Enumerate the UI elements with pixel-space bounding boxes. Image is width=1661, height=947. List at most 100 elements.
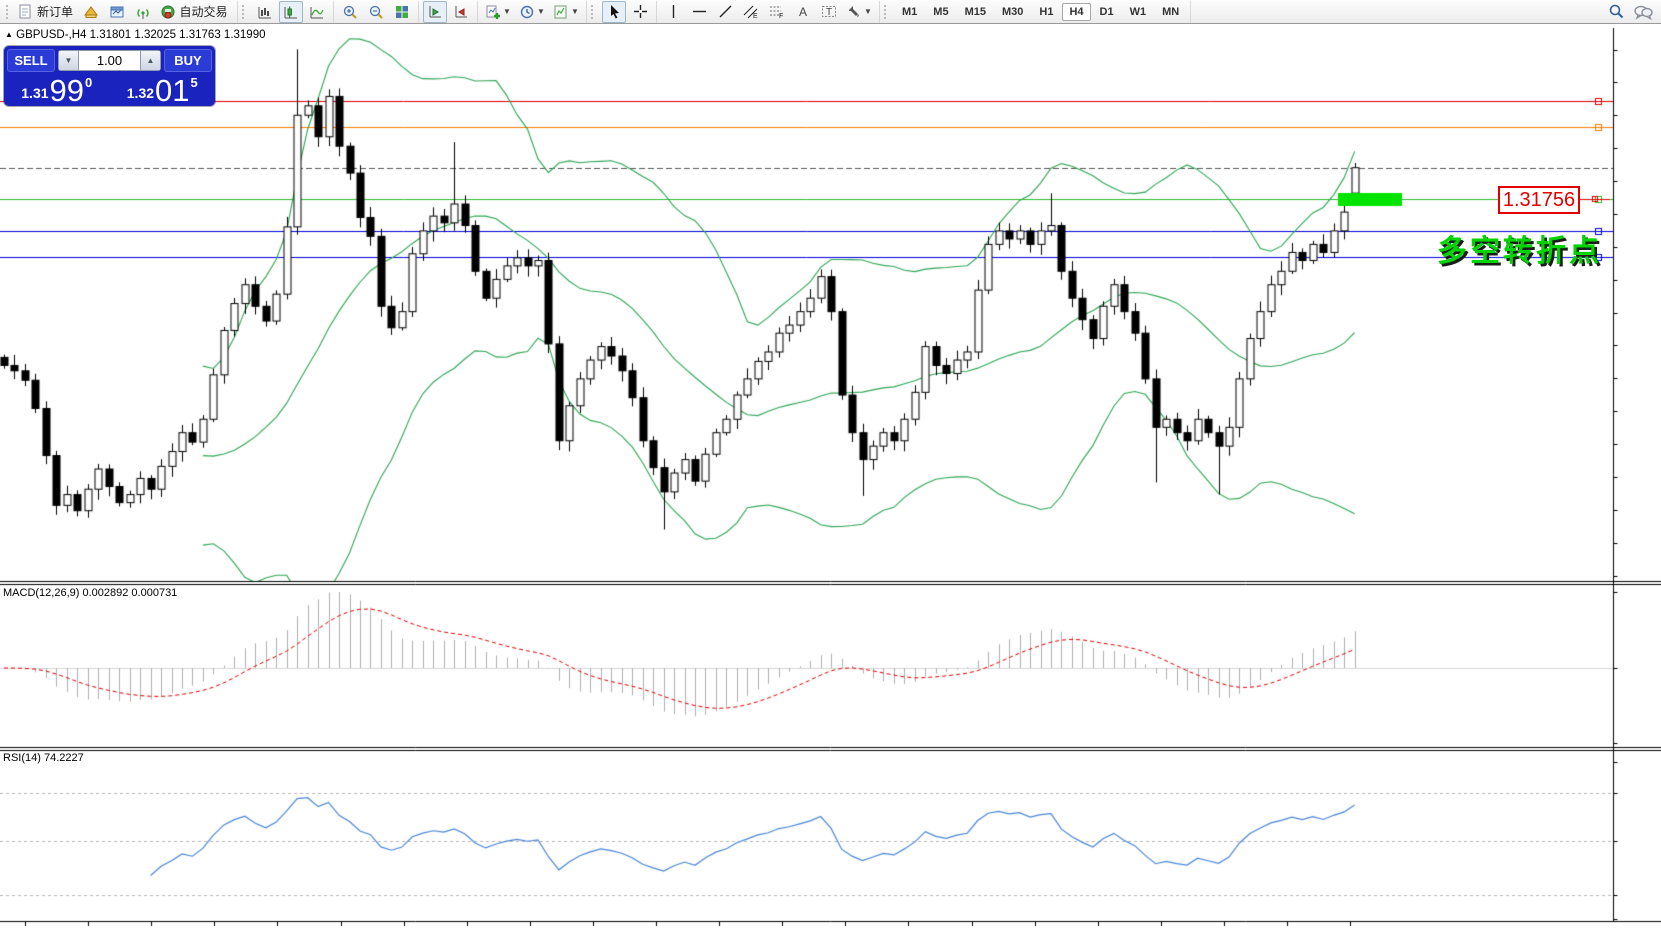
- macd-values: 0.002892 0.000731: [82, 587, 177, 599]
- new-order-icon: [18, 4, 33, 19]
- crosshair-icon: [633, 4, 648, 19]
- autotrading-label: 自动交易: [177, 3, 231, 20]
- community-chat-icon[interactable]: [1633, 4, 1653, 20]
- fibonacci-icon: F: [769, 4, 785, 19]
- horizontal-line-icon: [692, 4, 707, 19]
- auto-scroll-button[interactable]: [423, 1, 447, 23]
- arrows-button[interactable]: ▼: [843, 1, 875, 23]
- horizontal-line-button[interactable]: [687, 1, 711, 23]
- equidistant-channel-button[interactable]: E: [739, 1, 763, 23]
- toolbar-grip: [242, 5, 247, 19]
- zoom-out-button[interactable]: [364, 1, 388, 23]
- toolbar-group-timeframes: M1 M5 M15 M30 H1 H4 D1 W1 MN: [880, 1, 1191, 23]
- indicators-button[interactable]: ▼: [482, 1, 514, 23]
- vertical-line-icon: [666, 4, 681, 19]
- turning-point-annotation[interactable]: 多空转折点: [1437, 226, 1602, 270]
- dropdown-caret-icon: ▼: [864, 7, 872, 16]
- autotrading-button[interactable]: 自动交易: [157, 1, 233, 23]
- volume-increase-button[interactable]: ▲: [140, 50, 161, 71]
- autotrading-icon: [160, 4, 176, 20]
- chart-canvas[interactable]: [0, 0, 1661, 947]
- buy-button[interactable]: BUY: [164, 49, 212, 72]
- sell-price-big: 99: [50, 78, 84, 104]
- market-watch-icon: [83, 4, 99, 20]
- periods-icon: [519, 4, 535, 20]
- price-level-flag[interactable]: 1.31756: [1498, 186, 1580, 214]
- text-label-button[interactable]: T: [817, 1, 841, 23]
- chart-shift-icon: [453, 4, 469, 20]
- volume-input[interactable]: 1.00: [79, 50, 140, 71]
- bar-chart-icon: [257, 4, 273, 20]
- equidistant-channel-icon: E: [743, 4, 759, 19]
- buy-price-big: 01: [155, 78, 189, 104]
- buy-price-prefix: 1.32: [127, 85, 154, 101]
- vertical-line-button[interactable]: [661, 1, 685, 23]
- new-order-button[interactable]: 新订单: [17, 1, 77, 23]
- tile-windows-button[interactable]: [390, 1, 414, 23]
- candlestick-chart-icon: [283, 4, 299, 20]
- timeframe-h4-button[interactable]: H4: [1062, 3, 1090, 21]
- arrows-icon: [846, 4, 862, 19]
- fibonacci-button[interactable]: F: [765, 1, 789, 23]
- data-window-button[interactable]: [105, 1, 129, 23]
- toolbar-group-cursor: [587, 1, 657, 23]
- svg-text:F: F: [779, 13, 783, 19]
- text-icon: A: [796, 4, 811, 19]
- rsi-name: RSI(14): [3, 752, 41, 764]
- line-chart-icon: [309, 4, 325, 20]
- toolbar: 新订单 自动交易: [0, 0, 1661, 24]
- sell-button[interactable]: SELL: [7, 49, 55, 72]
- toolbar-grip: [6, 5, 11, 19]
- zoom-in-icon: [342, 4, 358, 20]
- text-button[interactable]: A: [791, 1, 815, 23]
- mt4-window: 新订单 自动交易: [0, 0, 1661, 947]
- buy-price-pipette: 5: [191, 75, 198, 90]
- market-watch-button[interactable]: [79, 1, 103, 23]
- macd-name: MACD(12,26,9): [3, 587, 79, 599]
- sell-price-pipette: 0: [85, 75, 92, 90]
- timeframe-m15-button[interactable]: M15: [958, 3, 993, 21]
- one-click-trading-panel: SELL ▼ 1.00 ▲ BUY 1.31 99 0 1.32 01 5: [4, 46, 215, 106]
- signals-button[interactable]: [131, 1, 155, 23]
- dropdown-caret-icon: ▼: [537, 7, 545, 16]
- trendline-icon: [718, 4, 733, 19]
- dropdown-caret-icon: ▼: [503, 7, 511, 16]
- timeframe-h1-button[interactable]: H1: [1032, 3, 1060, 21]
- timeframe-m30-button[interactable]: M30: [995, 3, 1030, 21]
- rsi-value: 74.2227: [44, 752, 84, 764]
- chart-ohlc-values: 1.31801 1.32025 1.31763 1.31990: [90, 29, 266, 41]
- tile-windows-icon: [394, 4, 410, 20]
- timeframe-w1-button[interactable]: W1: [1123, 3, 1154, 21]
- timeframe-d1-button[interactable]: D1: [1093, 3, 1121, 21]
- volume-decrease-button[interactable]: ▼: [58, 50, 79, 71]
- symbol-marker-icon: ▲: [5, 30, 13, 39]
- toolbar-grip: [884, 5, 889, 19]
- sell-price[interactable]: 1.31 99 0: [4, 72, 110, 106]
- crosshair-button[interactable]: [628, 1, 652, 23]
- auto-scroll-icon: [427, 4, 443, 20]
- bar-chart-button[interactable]: [253, 1, 277, 23]
- cursor-button[interactable]: [602, 1, 626, 23]
- svg-text:E: E: [753, 13, 758, 19]
- toolbar-group-chart-type: [238, 1, 334, 23]
- timeframe-mn-button[interactable]: MN: [1155, 3, 1186, 21]
- chart-shift-button[interactable]: [449, 1, 473, 23]
- periods-button[interactable]: ▼: [516, 1, 548, 23]
- toolbar-right: [1608, 3, 1659, 20]
- toolbar-group-objects: ▼ ▼ ▼: [478, 1, 587, 23]
- cursor-icon: [607, 4, 622, 19]
- templates-icon: [553, 4, 569, 20]
- search-icon[interactable]: [1608, 3, 1625, 20]
- line-chart-button[interactable]: [305, 1, 329, 23]
- trendline-button[interactable]: [713, 1, 737, 23]
- zoom-in-button[interactable]: [338, 1, 362, 23]
- sell-price-prefix: 1.31: [21, 85, 48, 101]
- text-label-icon: T: [821, 4, 837, 19]
- buy-price[interactable]: 1.32 01 5: [110, 72, 216, 106]
- candlestick-chart-button[interactable]: [279, 1, 303, 23]
- dropdown-caret-icon: ▼: [571, 7, 579, 16]
- timeframe-m1-button[interactable]: M1: [895, 3, 924, 21]
- templates-button[interactable]: ▼: [550, 1, 582, 23]
- timeframe-m5-button[interactable]: M5: [926, 3, 955, 21]
- zoom-out-icon: [368, 4, 384, 20]
